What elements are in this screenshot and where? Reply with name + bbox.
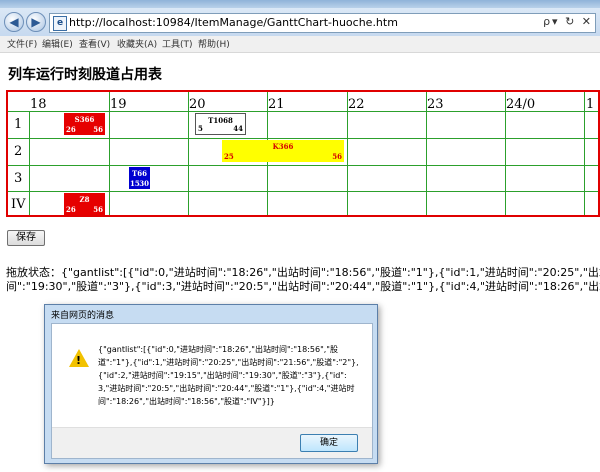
- grid-line: [8, 191, 598, 192]
- grid-line: [29, 111, 30, 215]
- hour-label: 21: [268, 97, 285, 112]
- grid-line: [8, 165, 598, 166]
- train-name: Z8: [79, 195, 90, 204]
- drag-status-text: 拖放状态：{"gantlist":[{"id":0,"进站时间":"18:26"…: [6, 266, 600, 294]
- track-label: 1: [14, 117, 23, 132]
- save-button[interactable]: 保存: [7, 230, 45, 246]
- menu-view[interactable]: 查看(V): [79, 37, 110, 50]
- dialog-footer: 确定: [52, 427, 372, 458]
- track-label: 3: [14, 171, 23, 186]
- departure-minute: 56: [93, 125, 103, 134]
- hour-label: 22: [348, 97, 365, 112]
- grid-line: [584, 92, 585, 215]
- train-bar-k366[interactable]: K366 25 56: [222, 140, 344, 162]
- page-title: 列车运行时刻股道占用表: [8, 67, 162, 83]
- train-name: T66: [132, 169, 147, 178]
- ok-button[interactable]: 确定: [300, 434, 358, 452]
- menu-help[interactable]: 帮助(H): [198, 37, 230, 50]
- window-titlebar: [0, 0, 600, 8]
- train-bar-t66[interactable]: T66 15 30: [129, 167, 150, 189]
- status-line-2: 间":"19:30","股道":"3"},{"id":3,"进站时间":"20:…: [6, 280, 600, 293]
- hour-label: 1: [586, 97, 595, 112]
- hour-label: 24/0: [506, 97, 536, 112]
- hour-label: 19: [110, 97, 127, 112]
- menu-bar: 文件(F) 编辑(E) 查看(V) 收藏夹(A) 工具(T) 帮助(H): [0, 36, 600, 53]
- url-field[interactable]: e http://localhost:10984/ItemManage/Gant…: [49, 13, 596, 33]
- train-bar-s366[interactable]: S366 26 56: [64, 113, 105, 135]
- departure-minute: 44: [233, 124, 243, 133]
- menu-favorites[interactable]: 收藏夹(A): [117, 37, 157, 50]
- menu-tools[interactable]: 工具(T): [162, 37, 193, 50]
- dialog-title: 来自网页的消息: [51, 311, 115, 321]
- dialog-message: {"gantlist":[{"id":0,"进站时间":"18:26","出站时…: [98, 345, 359, 406]
- grid-line: [8, 138, 598, 139]
- status-line-1: 拖放状态：{"gantlist":[{"id":0,"进站时间":"18:26"…: [6, 266, 600, 279]
- hour-label: 18: [30, 97, 47, 112]
- track-label: 2: [14, 144, 23, 159]
- address-tools-icon[interactable]: ρ▾ ↻ ✕: [543, 15, 593, 28]
- page-icon: e: [53, 16, 67, 31]
- arrival-minute: 26: [66, 125, 76, 134]
- train-name: S366: [74, 115, 95, 124]
- back-button[interactable]: ◀: [4, 12, 24, 32]
- url-text: http://localhost:10984/ItemManage/GanttC…: [69, 16, 398, 29]
- menu-edit[interactable]: 编辑(E): [42, 37, 73, 50]
- arrival-minute: 26: [66, 205, 76, 214]
- menu-file[interactable]: 文件(F): [7, 37, 37, 50]
- track-label: IV: [11, 197, 26, 212]
- alert-dialog: 来自网页的消息 ! {"gantlist":[{"id":0,"进站时间":"1…: [44, 304, 378, 464]
- warning-icon-mark: !: [76, 354, 82, 367]
- departure-minute: 56: [332, 152, 342, 161]
- departure-minute: 30: [139, 179, 149, 188]
- train-bar-t1068[interactable]: T1068 5 44: [195, 113, 246, 135]
- arrival-minute: 25: [224, 152, 234, 161]
- train-bar-z8[interactable]: Z8 26 56: [64, 193, 105, 215]
- train-name: K366: [272, 142, 294, 151]
- arrival-minute: 5: [198, 124, 203, 133]
- departure-minute: 56: [93, 205, 103, 214]
- dialog-body: ! {"gantlist":[{"id":0,"进站时间":"18:26","出…: [51, 323, 373, 459]
- forward-button[interactable]: ▶: [26, 12, 46, 32]
- hour-label: 20: [189, 97, 206, 112]
- address-bar-area: ◀ ▶ e http://localhost:10984/ItemManage/…: [0, 8, 600, 36]
- gantt-chart: 18 19 20 21 22 23 24/0 1 1 2 3 IV S366 2…: [6, 90, 600, 217]
- hour-label: 23: [427, 97, 444, 112]
